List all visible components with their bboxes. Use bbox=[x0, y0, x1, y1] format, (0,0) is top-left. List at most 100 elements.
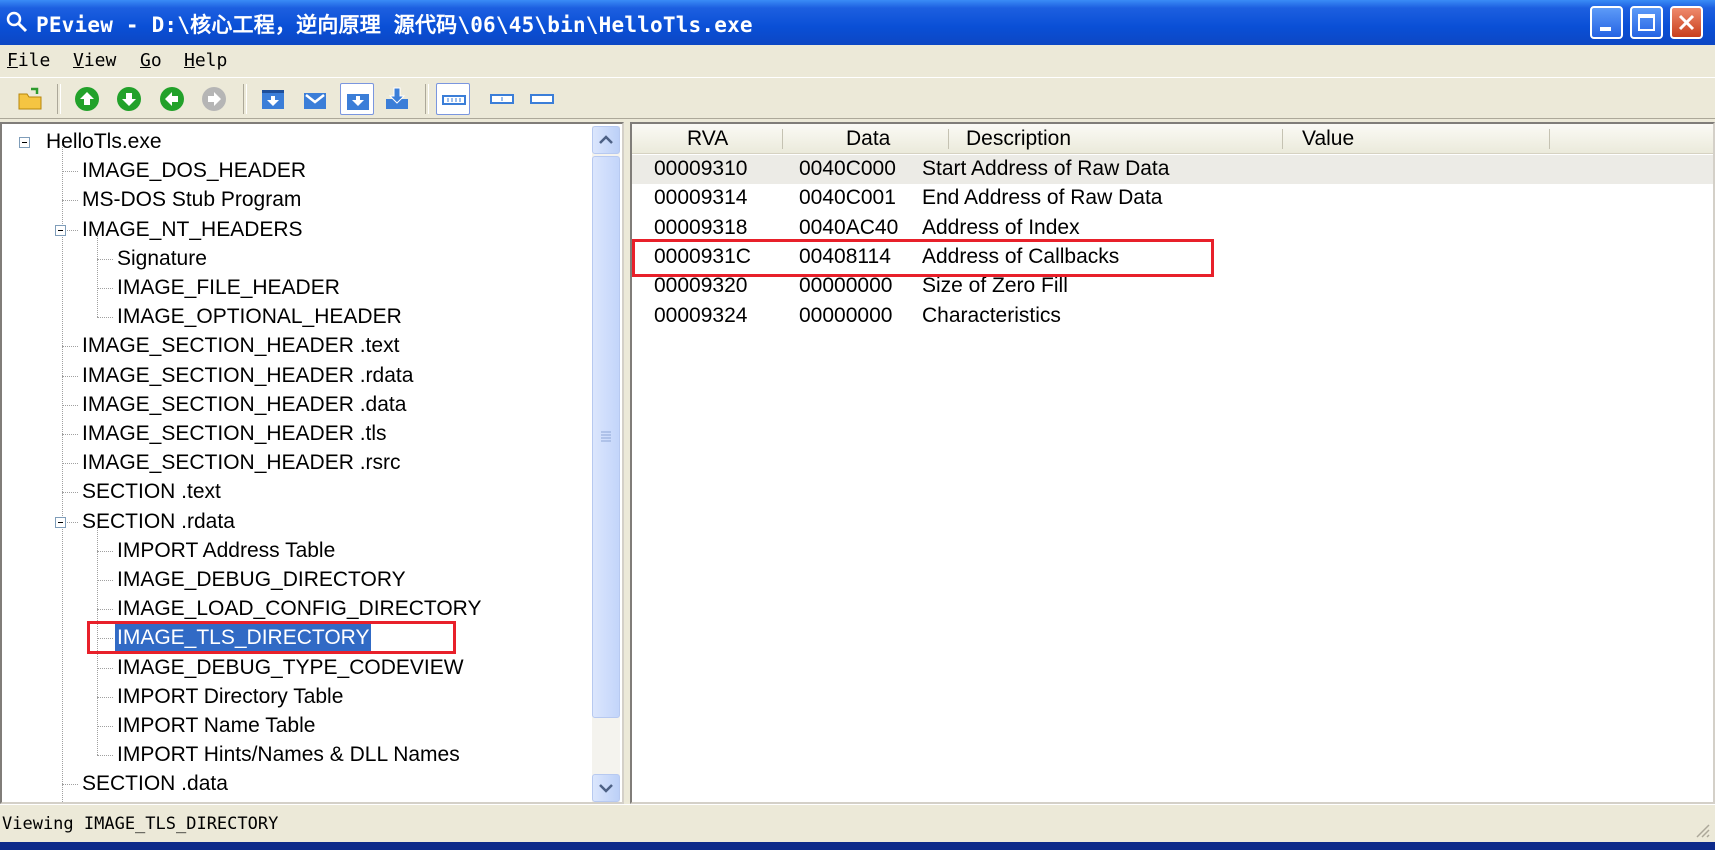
menu-go[interactable]: Go bbox=[140, 50, 162, 71]
tree-connector bbox=[97, 609, 113, 611]
tree-item[interactable]: SECTION .text bbox=[80, 478, 223, 505]
collapse-toggle-icon[interactable] bbox=[19, 137, 30, 148]
column-divider[interactable] bbox=[782, 129, 783, 149]
menu-file[interactable]: File bbox=[7, 50, 50, 71]
menu-bar: File View Go Help bbox=[0, 45, 1715, 77]
cell-data: 0040C001 bbox=[799, 186, 896, 210]
tree-item[interactable]: HelloTls.exe bbox=[44, 128, 164, 155]
cell-rva: 00009320 bbox=[654, 274, 748, 298]
forward-arrow-icon bbox=[202, 87, 226, 111]
back-arrow-icon bbox=[160, 87, 184, 111]
tree-item[interactable]: IMAGE_SECTION_HEADER .rsrc bbox=[80, 449, 403, 476]
tree-item[interactable]: IMAGE_DEBUG_DIRECTORY bbox=[115, 566, 408, 593]
menu-view[interactable]: View bbox=[73, 50, 116, 71]
tree-connector bbox=[62, 434, 78, 435]
menu-help[interactable]: Help bbox=[184, 50, 227, 71]
tree-connector bbox=[97, 258, 113, 260]
resize-grip-icon[interactable] bbox=[1693, 821, 1711, 839]
tree-item[interactable]: IMAGE_DOS_HEADER bbox=[80, 157, 308, 184]
minimize-button[interactable] bbox=[1590, 6, 1623, 39]
toolbar-separator bbox=[425, 84, 429, 114]
tree-item[interactable]: IMAGE_OPTIONAL_HEADER bbox=[115, 303, 404, 330]
tree-item[interactable]: IMAGE_SECTION_HEADER .rdata bbox=[80, 362, 415, 389]
tree-item[interactable]: IMAGE_LOAD_CONFIG_DIRECTORY bbox=[115, 595, 483, 622]
table-row[interactable]: 00009324 00000000 Characteristics bbox=[632, 302, 1713, 331]
scroll-thumb[interactable] bbox=[592, 156, 620, 718]
tree-connector bbox=[97, 696, 113, 698]
open-button[interactable] bbox=[14, 83, 48, 115]
column-header-data[interactable]: Data bbox=[846, 127, 890, 151]
tree-item[interactable]: IMPORT Hints/Names & DLL Names bbox=[115, 741, 462, 768]
up-button[interactable] bbox=[70, 83, 104, 115]
tree-item[interactable]: IMAGE_SECTION_HEADER .tls bbox=[80, 420, 389, 447]
column-divider[interactable] bbox=[948, 129, 949, 149]
tree-item[interactable]: Signature bbox=[115, 245, 209, 272]
tree-connector bbox=[62, 404, 78, 406]
tree-connector bbox=[97, 288, 113, 289]
cell-description: Start Address of Raw Data bbox=[922, 157, 1170, 180]
scroll-up-button[interactable] bbox=[592, 126, 620, 154]
close-button[interactable] bbox=[1670, 6, 1703, 39]
detail-list[interactable]: RVA Data Description Value 00009310 0040C… bbox=[630, 122, 1715, 804]
sync-icon bbox=[386, 87, 408, 109]
forward-button[interactable] bbox=[197, 83, 231, 115]
table-row[interactable]: 00009310 0040C000 Start Address of Raw Dat… bbox=[632, 155, 1713, 184]
collapse-toggle-icon[interactable] bbox=[55, 516, 66, 528]
maximize-icon bbox=[1638, 14, 1655, 31]
view-mode-button[interactable] bbox=[340, 83, 374, 115]
back-button[interactable] bbox=[155, 83, 189, 115]
tree-item[interactable]: IMAGE_SECTION_HEADER .data bbox=[80, 391, 408, 418]
tree-connector bbox=[97, 726, 113, 727]
tree-item[interactable]: IMAGE_DEBUG_TYPE_CODEVIEW bbox=[115, 654, 466, 681]
tree-item[interactable]: MS-DOS Stub Program bbox=[80, 186, 303, 213]
tree-item[interactable]: SECTION .data bbox=[80, 770, 230, 797]
cell-data: 00000000 bbox=[799, 274, 893, 298]
cell-description: Characteristics bbox=[922, 303, 1061, 327]
chevron-up-icon bbox=[599, 135, 613, 144]
view-byte-button[interactable] bbox=[436, 83, 470, 115]
tree-connector bbox=[97, 580, 113, 581]
sync-button[interactable] bbox=[380, 83, 414, 115]
collapse-button[interactable] bbox=[298, 83, 332, 115]
table-row[interactable]: 00009314 0040C001 End Address of Raw Data bbox=[632, 184, 1713, 213]
view-word-icon bbox=[490, 94, 514, 104]
status-text: Viewing IMAGE_TLS_DIRECTORY bbox=[2, 814, 279, 834]
magnifier-app-icon bbox=[6, 11, 28, 33]
tree-item[interactable]: IMAGE_NT_HEADERS bbox=[80, 216, 305, 243]
column-header-description[interactable]: Description bbox=[966, 127, 1071, 151]
column-divider[interactable] bbox=[1549, 129, 1550, 149]
tree-item[interactable]: IMPORT Address Table bbox=[115, 537, 337, 564]
tree-item[interactable]: IMPORT Name Table bbox=[115, 712, 317, 739]
tree-item[interactable]: SECTION .rdata bbox=[80, 508, 237, 535]
view-byte-icon bbox=[442, 95, 466, 105]
tree-connector bbox=[97, 755, 113, 757]
up-arrow-icon bbox=[75, 87, 99, 111]
scroll-down-button[interactable] bbox=[592, 774, 620, 802]
view-word-button[interactable] bbox=[485, 83, 519, 115]
tree-connector bbox=[62, 171, 78, 173]
collapse-toggle-icon[interactable] bbox=[55, 224, 66, 236]
expand-button[interactable] bbox=[256, 83, 290, 115]
down-arrow-icon bbox=[117, 87, 141, 111]
column-header-value[interactable]: Value bbox=[1302, 127, 1354, 151]
tree-connector bbox=[97, 317, 113, 319]
tree-connector bbox=[62, 144, 63, 802]
minimize-icon bbox=[1600, 27, 1611, 31]
cell-description: End Address of Raw Data bbox=[922, 186, 1163, 210]
maximize-button[interactable] bbox=[1630, 6, 1663, 39]
column-divider[interactable] bbox=[1282, 129, 1283, 149]
view-dword-button[interactable] bbox=[525, 83, 559, 115]
tree-scrollbar[interactable] bbox=[592, 126, 620, 802]
close-icon bbox=[1678, 14, 1695, 31]
tree-item[interactable]: IMAGE_FILE_HEADER bbox=[115, 274, 342, 301]
cell-description: Size of Zero Fill bbox=[922, 274, 1068, 298]
down-button[interactable] bbox=[112, 83, 146, 115]
window-title: PEview - D:\核心工程，逆向原理 源代码\06\45\bin\Hell… bbox=[36, 13, 753, 37]
tree-item[interactable]: IMAGE_SECTION_HEADER .text bbox=[80, 332, 401, 359]
column-header-rva[interactable]: RVA bbox=[687, 127, 728, 151]
view-mode-icon bbox=[347, 94, 369, 110]
tree-view[interactable]: HelloTls.exe IMAGE_DOS_HEADER MS-DOS Stub … bbox=[0, 122, 624, 804]
open-folder-icon bbox=[18, 87, 42, 110]
cell-data: 00000000 bbox=[799, 303, 893, 327]
tree-item[interactable]: IMPORT Directory Table bbox=[115, 683, 345, 710]
